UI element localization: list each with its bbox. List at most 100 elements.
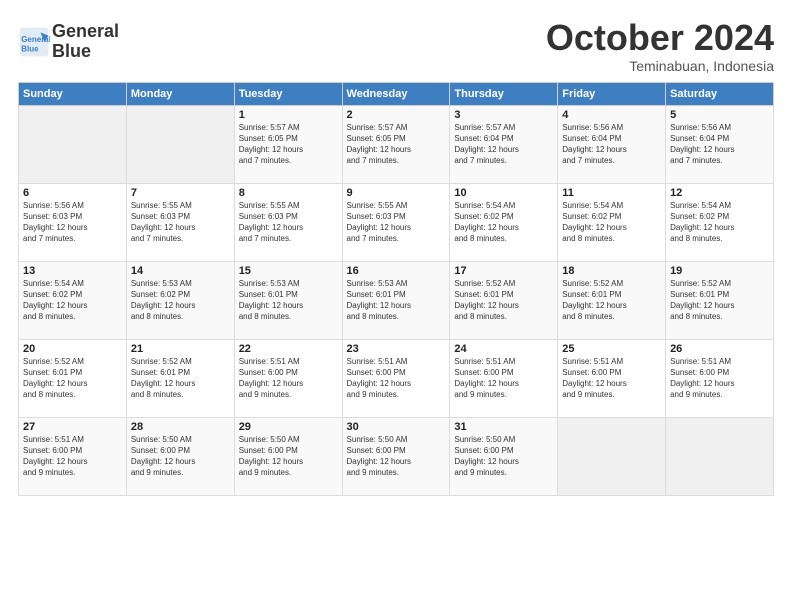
day-info: Sunrise: 5:50 AM Sunset: 6:00 PM Dayligh… bbox=[239, 434, 338, 479]
header-row: SundayMondayTuesdayWednesdayThursdayFrid… bbox=[19, 82, 774, 105]
day-number: 23 bbox=[347, 343, 446, 355]
day-number: 7 bbox=[131, 187, 230, 199]
day-info: Sunrise: 5:54 AM Sunset: 6:02 PM Dayligh… bbox=[670, 200, 769, 245]
calendar-table: SundayMondayTuesdayWednesdayThursdayFrid… bbox=[18, 82, 774, 496]
header: General Blue General Blue October 2024 T… bbox=[18, 18, 774, 74]
calendar-cell: 13Sunrise: 5:54 AM Sunset: 6:02 PM Dayli… bbox=[19, 261, 127, 339]
logo-icon: General Blue bbox=[18, 26, 50, 58]
day-info: Sunrise: 5:53 AM Sunset: 6:01 PM Dayligh… bbox=[239, 278, 338, 323]
day-number: 2 bbox=[347, 109, 446, 121]
calendar-cell: 22Sunrise: 5:51 AM Sunset: 6:00 PM Dayli… bbox=[234, 339, 342, 417]
day-number: 25 bbox=[562, 343, 661, 355]
calendar-cell bbox=[126, 105, 234, 183]
calendar-cell: 10Sunrise: 5:54 AM Sunset: 6:02 PM Dayli… bbox=[450, 183, 558, 261]
day-info: Sunrise: 5:57 AM Sunset: 6:05 PM Dayligh… bbox=[239, 122, 338, 167]
day-number: 18 bbox=[562, 265, 661, 277]
day-info: Sunrise: 5:52 AM Sunset: 6:01 PM Dayligh… bbox=[670, 278, 769, 323]
day-info: Sunrise: 5:52 AM Sunset: 6:01 PM Dayligh… bbox=[23, 356, 122, 401]
page: General Blue General Blue October 2024 T… bbox=[0, 0, 792, 612]
calendar-cell: 25Sunrise: 5:51 AM Sunset: 6:00 PM Dayli… bbox=[558, 339, 666, 417]
day-header-wednesday: Wednesday bbox=[342, 82, 450, 105]
day-info: Sunrise: 5:56 AM Sunset: 6:03 PM Dayligh… bbox=[23, 200, 122, 245]
calendar-cell: 2Sunrise: 5:57 AM Sunset: 6:05 PM Daylig… bbox=[342, 105, 450, 183]
week-row-2: 6Sunrise: 5:56 AM Sunset: 6:03 PM Daylig… bbox=[19, 183, 774, 261]
day-header-monday: Monday bbox=[126, 82, 234, 105]
svg-text:Blue: Blue bbox=[21, 44, 39, 53]
day-info: Sunrise: 5:51 AM Sunset: 6:00 PM Dayligh… bbox=[454, 356, 553, 401]
day-number: 19 bbox=[670, 265, 769, 277]
logo-text-line1: General bbox=[52, 22, 119, 42]
day-header-thursday: Thursday bbox=[450, 82, 558, 105]
day-info: Sunrise: 5:56 AM Sunset: 6:04 PM Dayligh… bbox=[562, 122, 661, 167]
calendar-cell: 29Sunrise: 5:50 AM Sunset: 6:00 PM Dayli… bbox=[234, 417, 342, 495]
day-info: Sunrise: 5:57 AM Sunset: 6:05 PM Dayligh… bbox=[347, 122, 446, 167]
calendar-cell: 20Sunrise: 5:52 AM Sunset: 6:01 PM Dayli… bbox=[19, 339, 127, 417]
day-info: Sunrise: 5:55 AM Sunset: 6:03 PM Dayligh… bbox=[239, 200, 338, 245]
location-subtitle: Teminabuan, Indonesia bbox=[546, 58, 774, 74]
day-number: 1 bbox=[239, 109, 338, 121]
calendar-cell: 18Sunrise: 5:52 AM Sunset: 6:01 PM Dayli… bbox=[558, 261, 666, 339]
calendar-cell: 30Sunrise: 5:50 AM Sunset: 6:00 PM Dayli… bbox=[342, 417, 450, 495]
title-block: October 2024 Teminabuan, Indonesia bbox=[546, 18, 774, 74]
day-number: 20 bbox=[23, 343, 122, 355]
day-number: 31 bbox=[454, 421, 553, 433]
day-number: 27 bbox=[23, 421, 122, 433]
calendar-cell: 8Sunrise: 5:55 AM Sunset: 6:03 PM Daylig… bbox=[234, 183, 342, 261]
calendar-cell: 21Sunrise: 5:52 AM Sunset: 6:01 PM Dayli… bbox=[126, 339, 234, 417]
day-info: Sunrise: 5:51 AM Sunset: 6:00 PM Dayligh… bbox=[562, 356, 661, 401]
week-row-3: 13Sunrise: 5:54 AM Sunset: 6:02 PM Dayli… bbox=[19, 261, 774, 339]
day-info: Sunrise: 5:54 AM Sunset: 6:02 PM Dayligh… bbox=[562, 200, 661, 245]
calendar-cell: 1Sunrise: 5:57 AM Sunset: 6:05 PM Daylig… bbox=[234, 105, 342, 183]
calendar-cell: 11Sunrise: 5:54 AM Sunset: 6:02 PM Dayli… bbox=[558, 183, 666, 261]
calendar-cell: 7Sunrise: 5:55 AM Sunset: 6:03 PM Daylig… bbox=[126, 183, 234, 261]
day-info: Sunrise: 5:52 AM Sunset: 6:01 PM Dayligh… bbox=[562, 278, 661, 323]
day-number: 13 bbox=[23, 265, 122, 277]
day-number: 24 bbox=[454, 343, 553, 355]
day-info: Sunrise: 5:54 AM Sunset: 6:02 PM Dayligh… bbox=[23, 278, 122, 323]
day-info: Sunrise: 5:52 AM Sunset: 6:01 PM Dayligh… bbox=[131, 356, 230, 401]
calendar-cell: 15Sunrise: 5:53 AM Sunset: 6:01 PM Dayli… bbox=[234, 261, 342, 339]
calendar-cell: 16Sunrise: 5:53 AM Sunset: 6:01 PM Dayli… bbox=[342, 261, 450, 339]
calendar-cell: 24Sunrise: 5:51 AM Sunset: 6:00 PM Dayli… bbox=[450, 339, 558, 417]
day-info: Sunrise: 5:53 AM Sunset: 6:01 PM Dayligh… bbox=[347, 278, 446, 323]
day-info: Sunrise: 5:54 AM Sunset: 6:02 PM Dayligh… bbox=[454, 200, 553, 245]
day-number: 22 bbox=[239, 343, 338, 355]
calendar-cell: 4Sunrise: 5:56 AM Sunset: 6:04 PM Daylig… bbox=[558, 105, 666, 183]
day-number: 9 bbox=[347, 187, 446, 199]
month-title: October 2024 bbox=[546, 18, 774, 58]
day-number: 3 bbox=[454, 109, 553, 121]
day-number: 4 bbox=[562, 109, 661, 121]
day-info: Sunrise: 5:51 AM Sunset: 6:00 PM Dayligh… bbox=[23, 434, 122, 479]
day-info: Sunrise: 5:51 AM Sunset: 6:00 PM Dayligh… bbox=[239, 356, 338, 401]
day-number: 29 bbox=[239, 421, 338, 433]
day-number: 5 bbox=[670, 109, 769, 121]
day-info: Sunrise: 5:51 AM Sunset: 6:00 PM Dayligh… bbox=[347, 356, 446, 401]
calendar-cell: 27Sunrise: 5:51 AM Sunset: 6:00 PM Dayli… bbox=[19, 417, 127, 495]
calendar-cell: 3Sunrise: 5:57 AM Sunset: 6:04 PM Daylig… bbox=[450, 105, 558, 183]
calendar-cell: 14Sunrise: 5:53 AM Sunset: 6:02 PM Dayli… bbox=[126, 261, 234, 339]
day-number: 14 bbox=[131, 265, 230, 277]
day-number: 8 bbox=[239, 187, 338, 199]
day-info: Sunrise: 5:55 AM Sunset: 6:03 PM Dayligh… bbox=[131, 200, 230, 245]
day-info: Sunrise: 5:57 AM Sunset: 6:04 PM Dayligh… bbox=[454, 122, 553, 167]
day-info: Sunrise: 5:50 AM Sunset: 6:00 PM Dayligh… bbox=[347, 434, 446, 479]
calendar-cell: 6Sunrise: 5:56 AM Sunset: 6:03 PM Daylig… bbox=[19, 183, 127, 261]
calendar-cell: 19Sunrise: 5:52 AM Sunset: 6:01 PM Dayli… bbox=[666, 261, 774, 339]
calendar-cell: 17Sunrise: 5:52 AM Sunset: 6:01 PM Dayli… bbox=[450, 261, 558, 339]
day-number: 28 bbox=[131, 421, 230, 433]
day-info: Sunrise: 5:52 AM Sunset: 6:01 PM Dayligh… bbox=[454, 278, 553, 323]
calendar-cell bbox=[558, 417, 666, 495]
day-number: 17 bbox=[454, 265, 553, 277]
calendar-cell: 31Sunrise: 5:50 AM Sunset: 6:00 PM Dayli… bbox=[450, 417, 558, 495]
day-number: 12 bbox=[670, 187, 769, 199]
week-row-4: 20Sunrise: 5:52 AM Sunset: 6:01 PM Dayli… bbox=[19, 339, 774, 417]
day-header-sunday: Sunday bbox=[19, 82, 127, 105]
day-number: 11 bbox=[562, 187, 661, 199]
day-info: Sunrise: 5:53 AM Sunset: 6:02 PM Dayligh… bbox=[131, 278, 230, 323]
day-number: 30 bbox=[347, 421, 446, 433]
day-info: Sunrise: 5:56 AM Sunset: 6:04 PM Dayligh… bbox=[670, 122, 769, 167]
calendar-cell: 5Sunrise: 5:56 AM Sunset: 6:04 PM Daylig… bbox=[666, 105, 774, 183]
day-header-saturday: Saturday bbox=[666, 82, 774, 105]
week-row-1: 1Sunrise: 5:57 AM Sunset: 6:05 PM Daylig… bbox=[19, 105, 774, 183]
day-number: 16 bbox=[347, 265, 446, 277]
